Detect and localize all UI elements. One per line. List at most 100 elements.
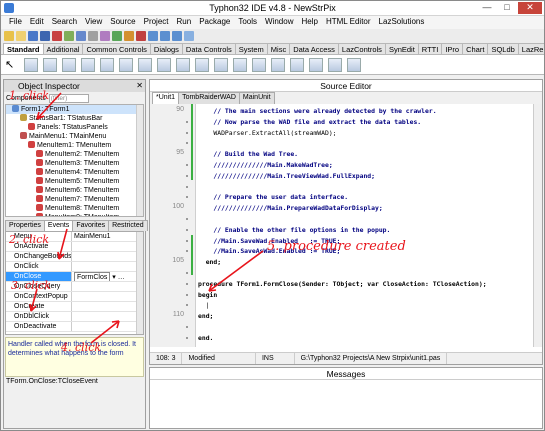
- event-value[interactable]: [72, 262, 143, 271]
- palette-tab-additional[interactable]: Additional: [42, 43, 84, 54]
- new-form-icon[interactable]: [64, 31, 74, 41]
- tree-item[interactable]: MenuItem8: TMenuItem: [6, 204, 143, 213]
- scrollbar-component-icon[interactable]: [233, 57, 247, 72]
- editor-tab-unit1[interactable]: *Unit1: [152, 92, 180, 104]
- radiogroup-component-icon[interactable]: [271, 57, 285, 72]
- pause-icon[interactable]: [124, 31, 134, 41]
- event-value[interactable]: [72, 282, 143, 291]
- palette-tab-rtti[interactable]: RTTI: [417, 43, 443, 54]
- combobox-component-icon[interactable]: [214, 57, 228, 72]
- event-value[interactable]: MainMenu1: [72, 232, 143, 241]
- checkgroup-component-icon[interactable]: [290, 57, 304, 72]
- palette-tab-misc[interactable]: Misc: [266, 43, 291, 54]
- tree-item[interactable]: MenuItem2: TMenuItem: [6, 150, 143, 159]
- actionlist-component-icon[interactable]: [347, 57, 361, 72]
- menu-project[interactable]: Project: [140, 16, 173, 29]
- event-value[interactable]: [72, 302, 143, 311]
- components-filter-input[interactable]: (filter): [48, 93, 89, 103]
- memo-component-icon[interactable]: [119, 57, 133, 72]
- label-component-icon[interactable]: [81, 57, 95, 72]
- menu-edit[interactable]: Edit: [26, 16, 48, 29]
- menu-help[interactable]: Help: [297, 16, 321, 29]
- component-tree[interactable]: Form1: TForm1 StatusBar1: TStatusBar Panel…: [5, 104, 144, 217]
- palette-tab-lazreport[interactable]: LazReport: [517, 43, 544, 54]
- menu-tools[interactable]: Tools: [234, 16, 261, 29]
- menu-html-editor[interactable]: HTML Editor: [322, 16, 375, 29]
- menu-search[interactable]: Search: [48, 16, 81, 29]
- panel-component-icon[interactable]: [309, 57, 323, 72]
- listbox-component-icon[interactable]: [195, 57, 209, 72]
- menu-window[interactable]: Window: [261, 16, 297, 29]
- button-component-icon[interactable]: [62, 57, 76, 72]
- palette-tab-common-controls[interactable]: Common Controls: [82, 43, 151, 54]
- popupmenu-component-icon[interactable]: [43, 57, 57, 72]
- palette-tab-system[interactable]: System: [234, 43, 268, 54]
- menu-package[interactable]: Package: [195, 16, 234, 29]
- step-into-icon[interactable]: [148, 31, 158, 41]
- close-file-icon[interactable]: [52, 31, 62, 41]
- event-value[interactable]: [72, 252, 143, 261]
- palette-tab-chart[interactable]: Chart: [462, 43, 489, 54]
- code-area[interactable]: 90 95 100 105 110 // The main sections were …: [150, 104, 542, 347]
- frame-component-icon[interactable]: [328, 57, 342, 72]
- palette-tab-data-access[interactable]: Data Access: [289, 43, 339, 54]
- build-icon[interactable]: [184, 31, 194, 41]
- toggle-component-icon[interactable]: [138, 57, 152, 72]
- close-button[interactable]: ✕: [518, 2, 542, 14]
- save-icon[interactable]: [28, 31, 38, 41]
- tab-restricted[interactable]: Restricted: [108, 220, 148, 231]
- palette-tab-synedit[interactable]: SynEdit: [384, 43, 419, 54]
- chevron-down-icon[interactable]: ▾ …: [110, 274, 124, 281]
- radiobutton-component-icon[interactable]: [176, 57, 190, 72]
- event-row[interactable]: OnChangeBounds: [6, 252, 143, 262]
- editor-tab-tombraiderwad[interactable]: TombRaiderWAD: [178, 92, 240, 104]
- selection-arrow-icon[interactable]: ↖: [5, 57, 19, 72]
- save-all-icon[interactable]: [40, 31, 50, 41]
- toggle-form-icon[interactable]: [76, 31, 86, 41]
- open-folder-icon[interactable]: [16, 31, 26, 41]
- tree-item[interactable]: MenuItem7: TMenuItem: [6, 195, 143, 204]
- menu-file[interactable]: File: [5, 16, 26, 29]
- menu-view[interactable]: View: [81, 16, 106, 29]
- tree-item[interactable]: MenuItem9: TMenuItem: [6, 213, 143, 216]
- view-forms-icon[interactable]: [100, 31, 110, 41]
- event-row[interactable]: OnClick: [6, 262, 143, 272]
- mainmenu-component-icon[interactable]: [24, 57, 38, 72]
- event-value[interactable]: [72, 242, 143, 251]
- tree-item[interactable]: Form1: TForm1: [6, 105, 143, 114]
- event-value[interactable]: [72, 292, 143, 301]
- event-row[interactable]: OnDblClick: [6, 312, 143, 322]
- tree-item[interactable]: MenuItem1: TMenuItem: [6, 141, 143, 150]
- palette-tab-ipro[interactable]: IPro: [441, 43, 464, 54]
- step-over-icon[interactable]: [160, 31, 170, 41]
- editor-scrollbar[interactable]: [533, 104, 542, 347]
- palette-tab-sqldb[interactable]: SQLdb: [487, 43, 519, 54]
- maximize-button[interactable]: □: [498, 2, 516, 14]
- event-value[interactable]: [72, 312, 143, 321]
- palette-tab-data-controls[interactable]: Data Controls: [181, 43, 236, 54]
- minimize-button[interactable]: —: [478, 2, 496, 14]
- tree-item[interactable]: MenuItem6: TMenuItem: [6, 186, 143, 195]
- event-row[interactable]: OnCreate: [6, 302, 143, 312]
- menu-lazsolutions[interactable]: LazSolutions: [375, 16, 429, 29]
- palette-tab-lazcontrols[interactable]: LazControls: [337, 43, 386, 54]
- menu-run[interactable]: Run: [173, 16, 196, 29]
- tree-item[interactable]: Panels: TStatusPanels: [6, 123, 143, 132]
- tree-item[interactable]: StatusBar1: TStatusBar: [6, 114, 143, 123]
- tree-item[interactable]: MenuItem4: TMenuItem: [6, 168, 143, 177]
- component-tree-scrollbar[interactable]: [136, 105, 143, 216]
- event-handler-dropdown[interactable]: FormClos: [74, 272, 111, 281]
- edit-component-icon[interactable]: [100, 57, 114, 72]
- tree-item[interactable]: MainMenu1: TMainMenu: [6, 132, 143, 141]
- groupbox-component-icon[interactable]: [252, 57, 266, 72]
- checkbox-component-icon[interactable]: [157, 57, 171, 72]
- palette-tab-standard[interactable]: Standard: [3, 43, 44, 54]
- view-units-icon[interactable]: [88, 31, 98, 41]
- tree-item[interactable]: MenuItem5: TMenuItem: [6, 177, 143, 186]
- code-text[interactable]: // The main sections were already detect…: [198, 104, 532, 347]
- tab-events[interactable]: Events: [43, 220, 74, 231]
- new-unit-icon[interactable]: [4, 31, 14, 41]
- events-grid-scrollbar[interactable]: [136, 232, 143, 334]
- menu-source[interactable]: Source: [106, 16, 139, 29]
- tab-properties[interactable]: Properties: [5, 220, 45, 231]
